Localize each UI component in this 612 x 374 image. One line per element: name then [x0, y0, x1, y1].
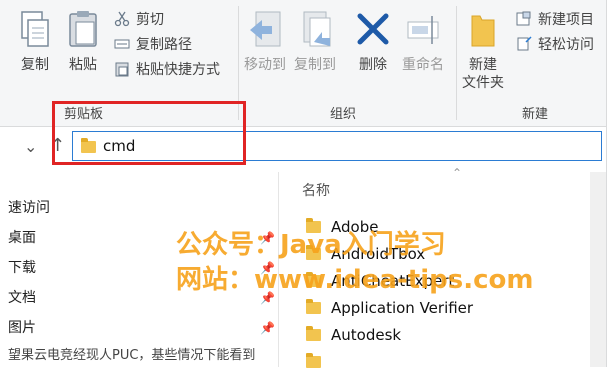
new-folder-button[interactable]: 新建 文件夹 [462, 8, 504, 92]
copy-to-label: 复制到 [294, 57, 336, 73]
easy-access-label: 轻松访问 [538, 37, 594, 53]
copy-path-button[interactable]: 复制路径 [114, 33, 192, 55]
paste-icon [64, 8, 102, 52]
vertical-scrollbar[interactable] [590, 172, 606, 367]
file-name: Application Verifier [331, 299, 474, 317]
folder-icon [306, 299, 321, 314]
copy-icon [16, 8, 54, 52]
watermark-line-1: 公众号：Java入门学习 [176, 230, 446, 260]
copy-to-icon [296, 8, 334, 52]
copy-button[interactable]: 复制 [16, 8, 54, 74]
new-item-label: 新建项目 [538, 12, 594, 28]
file-row[interactable] [306, 350, 331, 374]
copy-path-label: 复制路径 [136, 37, 192, 53]
move-to-icon [246, 8, 284, 52]
file-name: Autodesk [331, 326, 402, 344]
scissors-icon [114, 11, 130, 27]
pin-icon: 📌 [260, 321, 275, 335]
nav-item-downloads[interactable]: 下载 [8, 257, 36, 279]
easy-access-button[interactable]: 轻松访问 [516, 33, 594, 55]
delete-button[interactable]: 删除 [354, 8, 392, 74]
nav-item-pictures[interactable]: 图片 [8, 317, 36, 339]
cut-label: 剪切 [136, 12, 164, 28]
sort-ascending-icon: ⌃ [452, 166, 463, 180]
organize-group-label: 组织 [330, 107, 357, 122]
easy-access-icon [516, 36, 532, 52]
copy-path-icon [114, 36, 130, 52]
highlight-box [52, 101, 246, 165]
group-divider [456, 6, 457, 120]
window-border [606, 0, 612, 367]
paste-shortcut-icon [114, 61, 130, 77]
watermark-line-2: 网站：www.idea-tips.com [176, 265, 534, 295]
column-header-name[interactable]: 名称 [302, 180, 330, 200]
rename-label: 重命名 [402, 57, 444, 73]
paste-shortcut-button[interactable]: 粘贴快捷方式 [114, 58, 220, 80]
rename-button[interactable]: 重命名 [402, 8, 444, 74]
new-item-icon [516, 11, 532, 27]
new-folder-label-2: 文件夹 [462, 75, 504, 91]
nav-item-desktop[interactable]: 桌面 [8, 227, 36, 249]
delete-label: 删除 [359, 57, 387, 73]
move-to-button[interactable]: 移动到 [244, 8, 286, 74]
copy-to-button[interactable]: 复制到 [294, 8, 336, 74]
file-row[interactable]: Autodesk [306, 323, 401, 347]
delete-icon [354, 8, 392, 52]
new-folder-icon [464, 8, 502, 52]
paste-label: 粘贴 [69, 57, 97, 73]
nav-item-truncated[interactable]: 望果云电竞经现人PUC，基些情况下能看到 [8, 345, 276, 367]
new-item-button[interactable]: 新建项目 [516, 8, 594, 30]
recent-locations-chevron-icon[interactable]: ⌄ [24, 137, 37, 156]
paste-shortcut-label: 粘贴快捷方式 [136, 62, 220, 78]
nav-item-documents[interactable]: 文档 [8, 287, 36, 309]
new-folder-label-1: 新建 [469, 57, 497, 73]
folder-icon [306, 353, 321, 368]
new-group-label: 新建 [522, 107, 549, 122]
folder-icon [306, 326, 321, 341]
cut-button[interactable]: 剪切 [114, 8, 164, 30]
rename-icon [404, 8, 442, 52]
copy-label: 复制 [21, 57, 49, 73]
move-to-label: 移动到 [244, 57, 286, 73]
nav-item-quick-access[interactable]: 速访问 [8, 197, 50, 219]
file-row[interactable]: Application Verifier [306, 296, 473, 320]
paste-button[interactable]: 粘贴 [64, 8, 102, 74]
